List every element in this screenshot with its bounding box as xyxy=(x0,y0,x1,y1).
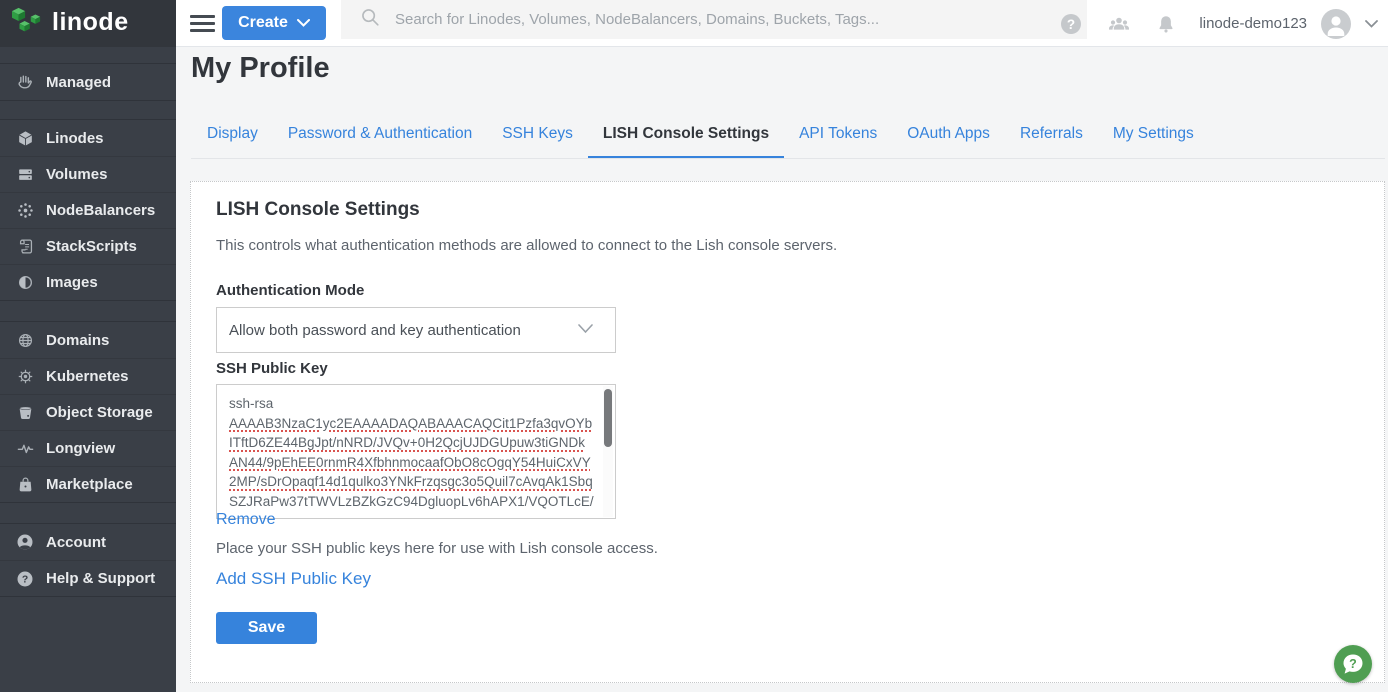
avatar-icon[interactable] xyxy=(1321,9,1351,39)
brand-name: linode xyxy=(52,8,129,37)
chevron-down-icon xyxy=(578,321,593,339)
sidebar-item-label: Longview xyxy=(46,440,115,457)
linode-logo-icon xyxy=(10,6,44,41)
help-chat-button[interactable]: ? xyxy=(1334,645,1372,683)
tab-password-authentication[interactable]: Password & Authentication xyxy=(273,112,487,158)
sidebar-group-compute: Linodes Volumes NodeBalancers StackScrip… xyxy=(0,119,176,301)
search-icon xyxy=(359,6,381,33)
sidebar-group-services: Domains Kubernetes Object Storage Longvi… xyxy=(0,321,176,503)
create-button-label: Create xyxy=(238,14,288,32)
sidebar-item-kubernetes[interactable]: Kubernetes xyxy=(0,358,176,394)
ssh-key-help-text: Place your SSH public keys here for use … xyxy=(216,540,658,557)
add-ssh-key-link[interactable]: Add SSH Public Key xyxy=(216,569,371,589)
sidebar-item-label: StackScripts xyxy=(46,238,137,255)
tab-display[interactable]: Display xyxy=(192,112,273,158)
sidebar-item-label: NodeBalancers xyxy=(46,202,155,219)
search-box xyxy=(341,0,1087,39)
ssh-key-line: SZJRaPw37tTWVLzBZkGzC94DgluopLv6hAPX1/VQ… xyxy=(229,492,595,512)
hamburger-icon[interactable] xyxy=(190,15,215,32)
sidebar-item-label: Images xyxy=(46,274,98,291)
globe-icon xyxy=(14,329,36,351)
sidebar-item-marketplace[interactable]: Marketplace xyxy=(0,466,176,502)
page-title: My Profile xyxy=(191,52,330,85)
panel-heading: LISH Console Settings xyxy=(216,199,420,221)
sidebar-item-label: Help & Support xyxy=(46,570,155,587)
chevron-down-icon[interactable] xyxy=(1365,20,1378,28)
nodebalancers-icon xyxy=(14,200,36,222)
stackscripts-scroll-icon xyxy=(14,236,36,258)
logo-band[interactable]: linode xyxy=(0,0,176,47)
sidebar-item-domains[interactable]: Domains xyxy=(0,322,176,358)
sidebar-item-volumes[interactable]: Volumes xyxy=(0,156,176,192)
tabs-divider xyxy=(191,158,1385,159)
sidebar-item-label: Marketplace xyxy=(46,476,133,493)
person-circle-icon xyxy=(14,531,36,553)
sidebar-item-label: Linodes xyxy=(46,130,104,147)
tab-oauth-apps[interactable]: OAuth Apps xyxy=(892,112,1005,158)
volumes-icon xyxy=(14,164,36,186)
bucket-icon xyxy=(14,402,36,424)
tab-my-settings[interactable]: My Settings xyxy=(1098,112,1209,158)
shopping-bag-icon xyxy=(14,474,36,496)
sidebar-item-label: Managed xyxy=(46,74,111,91)
sidebar-item-images[interactable]: Images xyxy=(0,264,176,300)
profile-tabs: Display Password & Authentication SSH Ke… xyxy=(192,112,1209,158)
username[interactable]: linode-demo123 xyxy=(1199,15,1307,32)
sidebar-item-longview[interactable]: Longview xyxy=(0,430,176,466)
ssh-key-line: 2MP/sDrOpaqf14d1qulko3YNkFrzqsgc3o5Quil7… xyxy=(229,472,595,492)
ssh-key-line: AAAAB3NzaC1yc2EAAAADAQABAAACAQCit1Pzfa3q… xyxy=(229,414,595,434)
topbar: Create ? linode-demo123 xyxy=(176,0,1388,47)
kubernetes-wheel-icon xyxy=(14,366,36,388)
sidebar-item-object-storage[interactable]: Object Storage xyxy=(0,394,176,430)
sidebar-item-label: Kubernetes xyxy=(46,368,129,385)
sidebar-item-label: Domains xyxy=(46,332,109,349)
search-input[interactable] xyxy=(395,11,1035,28)
help-circle-icon[interactable]: ? xyxy=(1059,12,1083,36)
ssh-key-textarea[interactable]: ssh-rsa AAAAB3NzaC1yc2EAAAADAQABAAACAQCi… xyxy=(216,384,616,519)
auth-mode-select[interactable]: Allow both password and key authenticati… xyxy=(216,307,616,353)
tab-api-tokens[interactable]: API Tokens xyxy=(784,112,892,158)
tab-lish-console-settings[interactable]: LISH Console Settings xyxy=(588,112,784,158)
linode-cube-icon xyxy=(14,127,36,149)
chevron-down-icon xyxy=(297,19,310,27)
sidebar-item-label: Object Storage xyxy=(46,404,153,421)
managed-hand-icon xyxy=(14,71,36,93)
sidebar-item-label: Account xyxy=(46,534,106,551)
sidebar-item-help-support[interactable]: ? Help & Support xyxy=(0,560,176,596)
sidebar-item-managed[interactable]: Managed xyxy=(0,64,176,100)
pulse-icon xyxy=(14,438,36,460)
svg-text:?: ? xyxy=(22,574,28,585)
help-chat-icon: ? xyxy=(1340,651,1366,677)
auth-mode-selected-value: Allow both password and key authenticati… xyxy=(229,322,521,339)
notifications-bell-icon[interactable] xyxy=(1155,12,1177,36)
lish-settings-panel: LISH Console Settings This controls what… xyxy=(190,181,1385,683)
question-circle-icon: ? xyxy=(14,568,36,590)
sidebar-item-label: Volumes xyxy=(46,166,107,183)
textarea-scrollbar-thumb[interactable] xyxy=(604,389,612,447)
sidebar-item-stackscripts[interactable]: StackScripts xyxy=(0,228,176,264)
panel-description: This controls what authentication method… xyxy=(216,237,837,254)
ssh-key-line: ITftD6ZE44BgJpt/nNRD/JVQv+0H2QcjUJDGUpuw… xyxy=(229,433,595,453)
create-button[interactable]: Create xyxy=(222,6,326,40)
sidebar: linode Managed Linodes Volumes xyxy=(0,0,176,692)
ssh-key-line: AN44/9pEhEE0rnmR4XfbhnmocaafObO8cOgqY54H… xyxy=(229,453,595,473)
sidebar-item-nodebalancers[interactable]: NodeBalancers xyxy=(0,192,176,228)
tab-referrals[interactable]: Referrals xyxy=(1005,112,1098,158)
sidebar-group-managed: Managed xyxy=(0,63,176,101)
images-icon xyxy=(14,272,36,294)
save-button[interactable]: Save xyxy=(216,612,317,644)
sidebar-item-account[interactable]: Account xyxy=(0,524,176,560)
ssh-key-label: SSH Public Key xyxy=(216,360,328,377)
svg-text:?: ? xyxy=(1349,657,1357,671)
auth-mode-label: Authentication Mode xyxy=(216,282,364,299)
tab-ssh-keys[interactable]: SSH Keys xyxy=(487,112,588,158)
remove-key-link[interactable]: Remove xyxy=(216,511,276,529)
sidebar-group-account: Account ? Help & Support xyxy=(0,523,176,597)
svg-text:?: ? xyxy=(1067,16,1075,31)
sidebar-item-linodes[interactable]: Linodes xyxy=(0,120,176,156)
ssh-key-line: ssh-rsa xyxy=(229,394,595,414)
community-icon[interactable] xyxy=(1105,12,1133,36)
